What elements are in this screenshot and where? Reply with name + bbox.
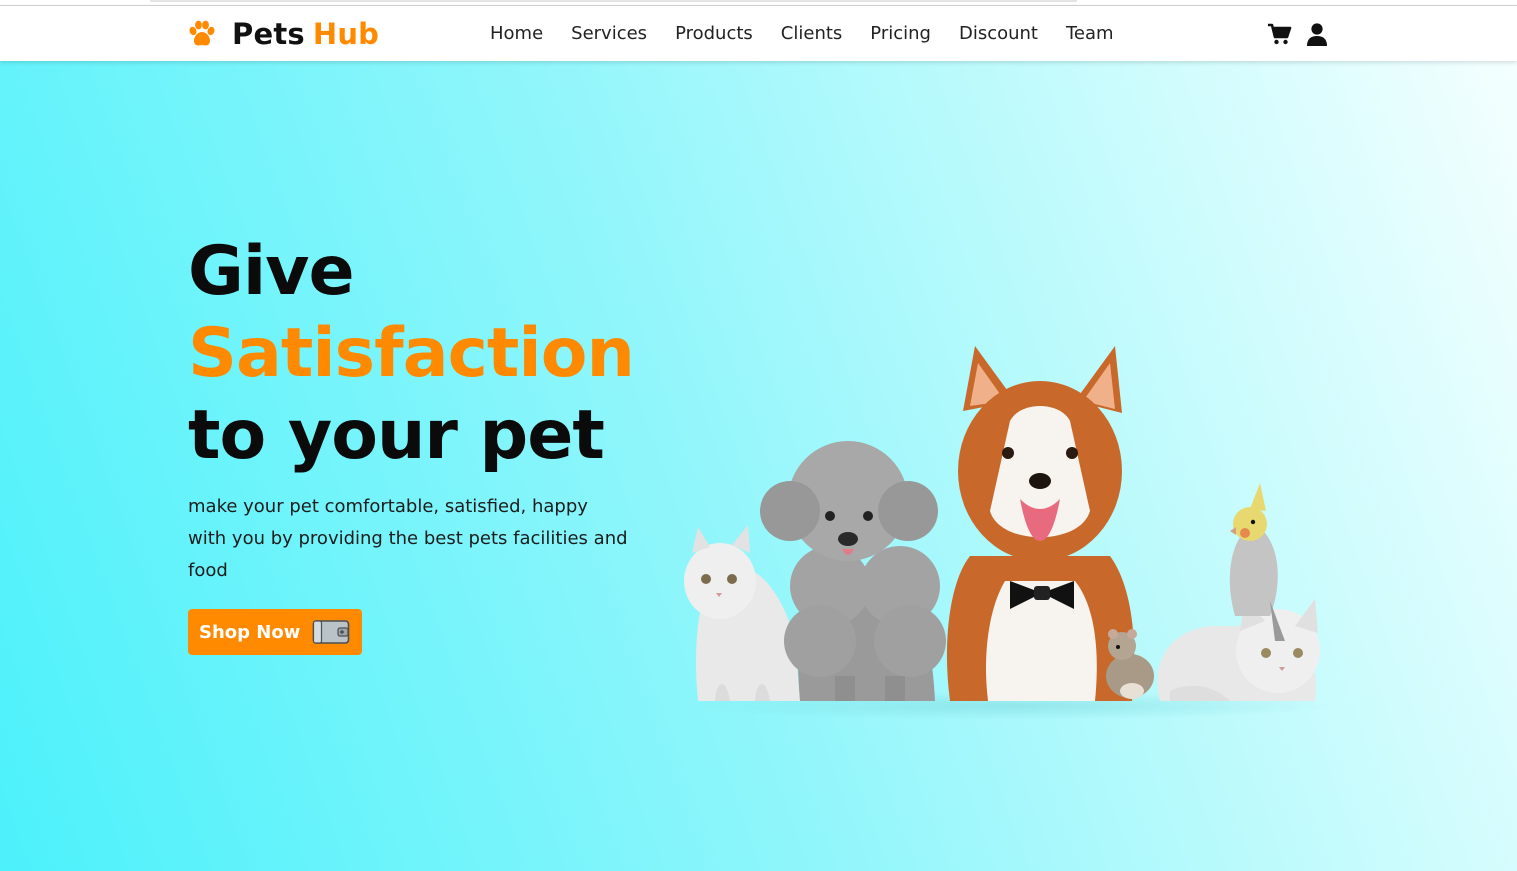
- user-icon[interactable]: [1304, 21, 1330, 47]
- nav-clients[interactable]: Clients: [781, 23, 843, 44]
- nav-products[interactable]: Products: [675, 23, 753, 44]
- hero-section: Give Satisfaction to your pet make your …: [0, 61, 1517, 871]
- nav-home[interactable]: Home: [490, 23, 543, 44]
- site-header: Pets Hub Home Services Products Clients P…: [0, 5, 1517, 61]
- pets-group-image: [675, 346, 1335, 720]
- wallet-icon: [313, 620, 350, 644]
- nav-services[interactable]: Services: [571, 23, 647, 44]
- nav-pricing[interactable]: Pricing: [870, 23, 931, 44]
- top-scroll-line: [150, 0, 1077, 2]
- header-actions: [1266, 20, 1342, 48]
- headline-line-3: to your pet: [188, 396, 605, 475]
- brand-name-main: Pets: [232, 17, 305, 51]
- shop-now-button[interactable]: Shop Now: [188, 609, 362, 655]
- cart-icon[interactable]: [1266, 21, 1292, 47]
- white-cat-left: [684, 525, 800, 701]
- nav-discount[interactable]: Discount: [959, 23, 1038, 44]
- corgi-dog: [946, 346, 1135, 701]
- brand-name: Pets Hub: [232, 17, 379, 51]
- main-nav: Home Services Products Clients Pricing D…: [490, 18, 1142, 48]
- hero-headline: Give Satisfaction to your pet: [188, 231, 635, 477]
- paw-icon: [189, 20, 215, 46]
- nav-team[interactable]: Team: [1066, 23, 1114, 44]
- shop-now-label: Shop Now: [199, 621, 301, 643]
- headline-line-1: Give: [188, 232, 355, 311]
- logo[interactable]: Pets Hub: [186, 14, 379, 54]
- brand-name-accent: Hub: [312, 17, 380, 51]
- headline-line-2: Satisfaction: [188, 314, 635, 393]
- hero-description: make your pet comfortable, satisfied, ha…: [188, 496, 628, 581]
- hamster: [1106, 629, 1154, 699]
